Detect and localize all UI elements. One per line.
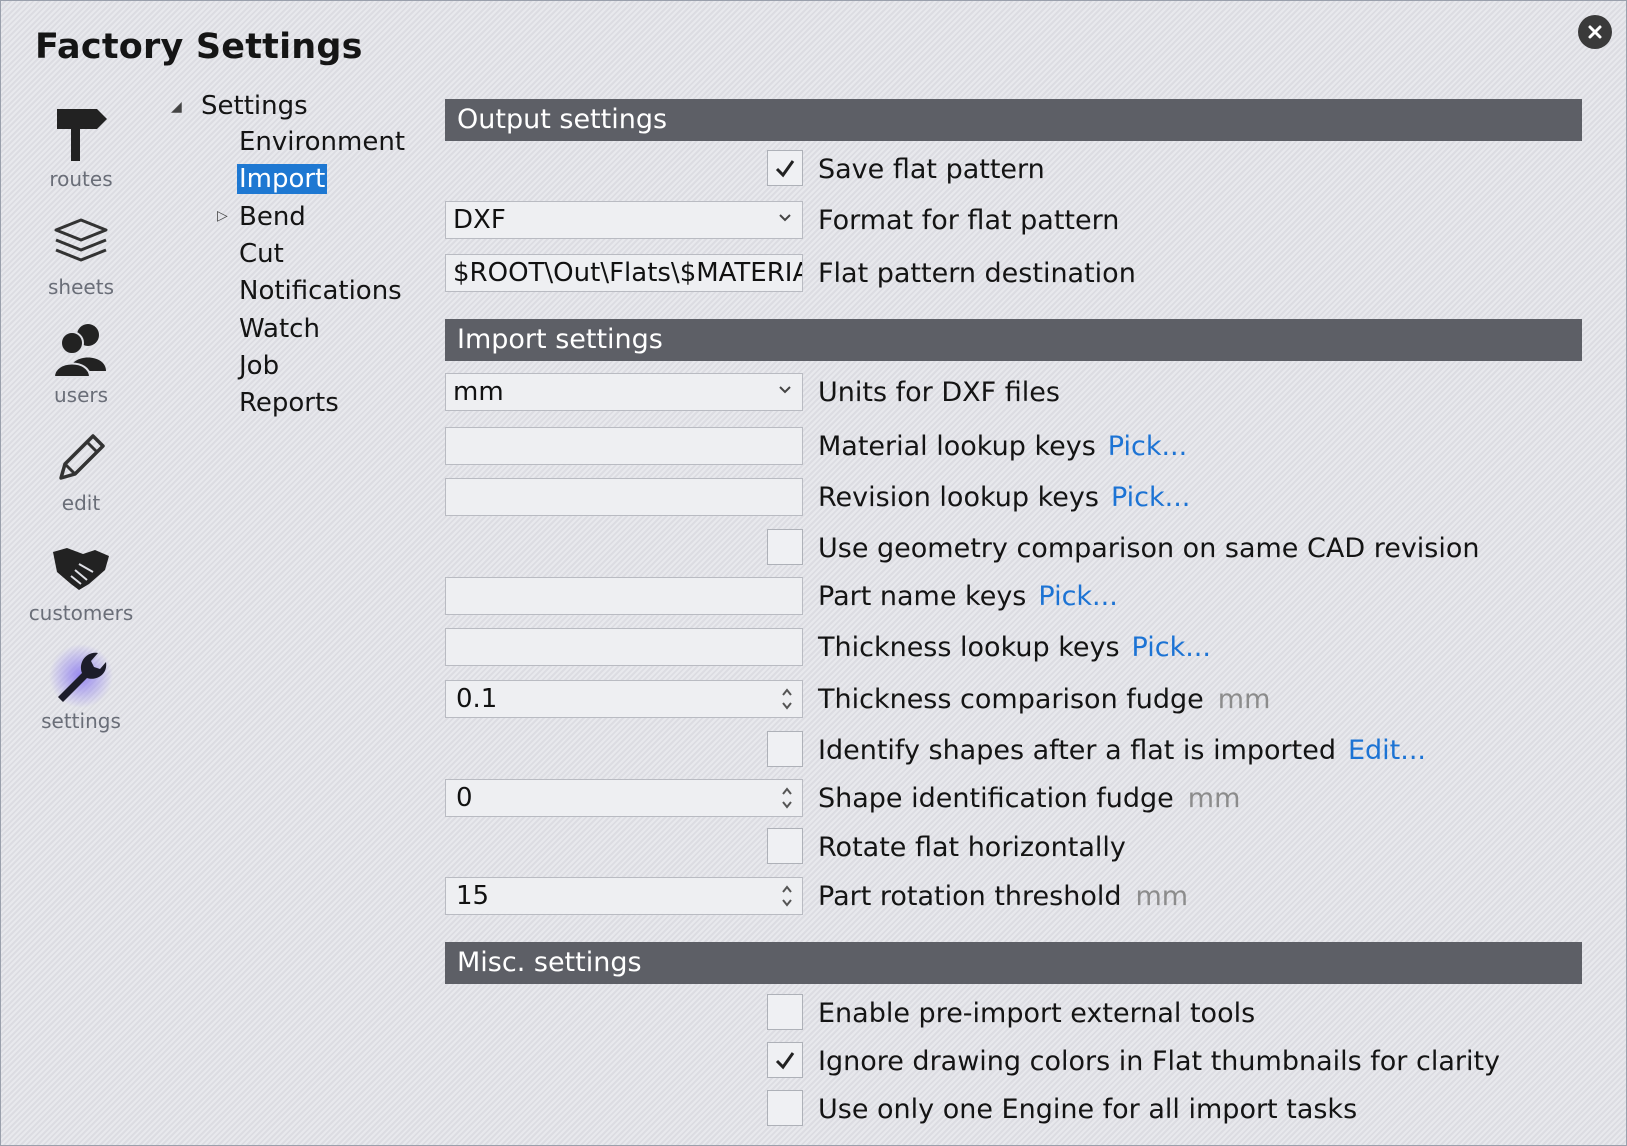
ignore-colors-checkbox[interactable]: [767, 1042, 803, 1078]
row-pre-import-tools: Enable pre-import external tools: [1, 994, 1627, 1036]
tree-root[interactable]: ◢ Settings: [171, 91, 310, 121]
units-dxf-label: Units for DXF files: [818, 377, 1060, 408]
save-flat-pattern-label: Save flat pattern: [818, 154, 1045, 185]
part-name-keys-input[interactable]: [445, 577, 803, 615]
destination-value: $ROOT\Out\Flats\$MATERIAL: [453, 258, 803, 288]
row-shape-fudge: 0 Shape identification fudge mm: [1, 779, 1627, 821]
thickness-lookup-keys-input[interactable]: [445, 628, 803, 666]
pre-import-tools-checkbox[interactable]: [767, 994, 803, 1030]
row-units-dxf: mm Units for DXF files: [1, 373, 1627, 415]
revision-pick-link[interactable]: Pick...: [1111, 482, 1190, 513]
checkmark-icon: [775, 160, 795, 178]
chevron-down-icon: [779, 386, 791, 394]
thickness-fudge-value: 0.1: [456, 684, 498, 714]
shape-fudge-unit: mm: [1187, 783, 1241, 814]
chevron-down-icon: [779, 214, 791, 222]
row-revision-lookup: Revision lookup keys Pick...: [1, 478, 1627, 520]
row-identify-shapes: Identify shapes after a flat is imported…: [1, 731, 1627, 773]
section-header-import: Import settings: [445, 319, 1582, 361]
row-rotation-threshold: 15 Part rotation threshold mm: [1, 877, 1627, 919]
thickness-fudge-stepper[interactable]: 0.1: [445, 680, 803, 718]
shape-fudge-stepper[interactable]: 0: [445, 779, 803, 817]
units-dxf-dropdown[interactable]: mm: [445, 373, 803, 411]
flat-pattern-destination-input[interactable]: $ROOT\Out\Flats\$MATERIAL: [445, 254, 803, 292]
row-ignore-colors: Ignore drawing colors in Flat thumbnails…: [1, 1042, 1627, 1084]
users-icon: [19, 319, 143, 381]
section-header-misc: Misc. settings: [445, 942, 1582, 984]
one-engine-checkbox[interactable]: [767, 1090, 803, 1126]
checkmark-icon: [775, 1052, 795, 1070]
part-name-keys-label: Part name keys: [818, 581, 1027, 612]
tree-item-watch[interactable]: Watch: [237, 314, 322, 344]
spinner-arrows-icon[interactable]: [780, 881, 794, 911]
rotation-threshold-stepper[interactable]: 15: [445, 877, 803, 915]
row-material-lookup: Material lookup keys Pick...: [1, 427, 1627, 469]
units-value: mm: [453, 377, 504, 407]
material-pick-link[interactable]: Pick...: [1108, 431, 1187, 462]
section-header-output: Output settings: [445, 99, 1582, 141]
rotation-threshold-unit: mm: [1135, 881, 1189, 912]
expanded-triangle-icon[interactable]: ◢: [171, 99, 182, 115]
shape-fudge-label: Shape identification fudge: [818, 783, 1174, 814]
spinner-arrows-icon[interactable]: [780, 783, 794, 813]
pre-import-tools-label: Enable pre-import external tools: [818, 998, 1256, 1029]
thickness-lookup-keys-label: Thickness lookup keys: [818, 632, 1120, 663]
save-flat-pattern-checkbox[interactable]: [767, 150, 803, 186]
format-flat-pattern-dropdown[interactable]: DXF: [445, 201, 803, 239]
geometry-comparison-checkbox[interactable]: [767, 529, 803, 565]
identify-shapes-checkbox[interactable]: [767, 731, 803, 767]
factory-settings-window: Factory Settings routes sheets users edi…: [0, 0, 1627, 1146]
thickness-fudge-unit: mm: [1217, 684, 1271, 715]
row-one-engine: Use only one Engine for all import tasks: [1, 1090, 1627, 1132]
rotate-flat-label: Rotate flat horizontally: [818, 832, 1126, 863]
row-flat-pattern-destination: $ROOT\Out\Flats\$MATERIAL Flat pattern d…: [1, 254, 1627, 296]
ignore-colors-label: Ignore drawing colors in Flat thumbnails…: [818, 1046, 1501, 1077]
rotate-flat-checkbox[interactable]: [767, 828, 803, 864]
spinner-arrows-icon[interactable]: [780, 684, 794, 714]
flat-pattern-destination-label: Flat pattern destination: [818, 258, 1136, 289]
format-value: DXF: [453, 205, 506, 235]
thickness-pick-link[interactable]: Pick...: [1132, 632, 1211, 663]
close-icon[interactable]: [1578, 15, 1612, 49]
identify-shapes-label: Identify shapes after a flat is imported: [818, 735, 1336, 766]
row-geometry-comparison: Use geometry comparison on same CAD revi…: [1, 529, 1627, 571]
row-thickness-fudge: 0.1 Thickness comparison fudge mm: [1, 680, 1627, 722]
one-engine-label: Use only one Engine for all import tasks: [818, 1094, 1358, 1125]
material-lookup-keys-input[interactable]: [445, 427, 803, 465]
rotation-threshold-value: 15: [456, 881, 490, 911]
window-title: Factory Settings: [35, 27, 363, 67]
revision-lookup-keys-label: Revision lookup keys: [818, 482, 1099, 513]
geometry-comparison-label: Use geometry comparison on same CAD revi…: [818, 533, 1480, 564]
format-flat-pattern-label: Format for flat pattern: [818, 205, 1120, 236]
material-lookup-keys-label: Material lookup keys: [818, 431, 1096, 462]
row-save-flat-pattern: Save flat pattern: [1, 150, 1627, 192]
identify-shapes-edit-link[interactable]: Edit...: [1348, 735, 1426, 766]
rotation-threshold-label: Part rotation threshold: [818, 881, 1122, 912]
row-part-name-keys: Part name keys Pick...: [1, 577, 1627, 619]
row-thickness-lookup: Thickness lookup keys Pick...: [1, 628, 1627, 670]
thickness-fudge-label: Thickness comparison fudge: [818, 684, 1204, 715]
part-name-pick-link[interactable]: Pick...: [1038, 581, 1117, 612]
revision-lookup-keys-input[interactable]: [445, 478, 803, 516]
row-format-flat-pattern: DXF Format for flat pattern: [1, 201, 1627, 243]
row-rotate-flat: Rotate flat horizontally: [1, 828, 1627, 870]
shape-fudge-value: 0: [456, 783, 473, 813]
